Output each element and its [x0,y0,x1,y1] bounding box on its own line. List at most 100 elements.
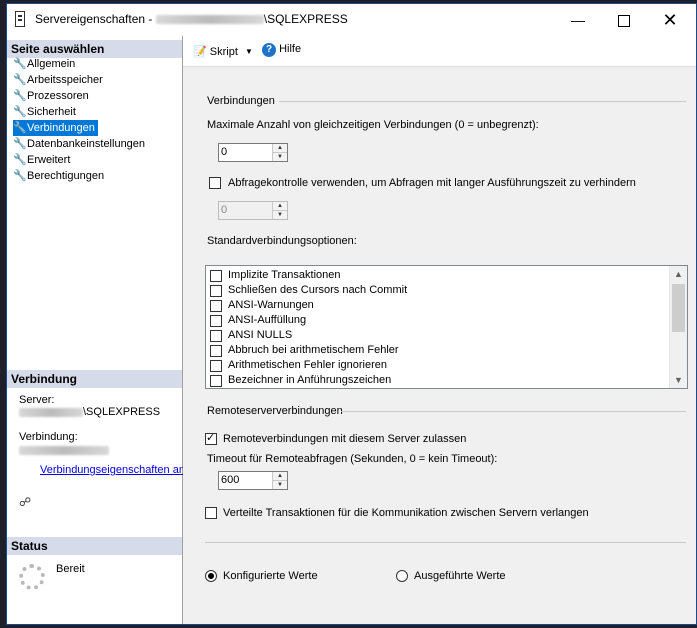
remote-section-title: Remoteserververbindungen [207,405,343,417]
window-title-suffix: \SQLEXPRESS [263,12,348,26]
nav-item-label: Arbeitsspeicher [27,74,103,86]
query-governor-value: 0 [221,204,228,216]
remote-divider [341,411,686,412]
nav-item-label: Sicherheit [27,106,76,118]
option-checkbox[interactable] [210,360,222,372]
redacted-server-name [155,15,264,25]
connection-properties-icon: ☍ [19,495,32,509]
server-properties-window: Servereigenschaften - \SQLEXPRESS — ✕ Se… [6,3,697,625]
script-button[interactable]: 📝 Skript [193,45,238,58]
distributed-tx-checkbox[interactable] [205,507,217,519]
option-checkbox[interactable] [210,285,222,297]
option-label: ANSI-Warnungen [228,299,314,311]
redacted-host [19,407,83,417]
nav-item-sicherheit[interactable]: 🔧Sicherheit [13,104,79,120]
chevron-up-icon[interactable]: ▲ [273,144,287,152]
option-checkbox[interactable] [210,345,222,357]
script-label: Skript [209,46,238,58]
chevron-down-icon: ▼ [245,47,253,56]
nav-item-label: Prozessoren [27,90,89,102]
redacted-user [19,445,109,455]
configured-values-radio[interactable] [205,570,217,582]
chevron-down-icon[interactable]: ▼ [273,480,287,489]
timeout-label: Timeout für Remoteabfragen (Sekunden, 0 … [207,453,498,465]
distributed-tx-label: Verteilte Transaktionen für die Kommunik… [223,507,589,519]
option-checkbox[interactable] [210,300,222,312]
option-label: Implizite Transaktionen [228,269,341,281]
nav-item-label: Berechtigungen [27,170,105,182]
title-bar: Servereigenschaften - \SQLEXPRESS — ✕ [7,4,696,36]
wrench-icon: 🔧 [13,170,27,182]
script-icon: 📝 [193,46,207,58]
running-values-radio[interactable] [396,570,408,582]
timeout-stepper[interactable]: 600 ▲ ▼ [218,471,288,490]
script-dropdown-button[interactable]: ▼ [245,45,253,57]
nav-item-allgemein[interactable]: 🔧Allgemein [13,56,78,72]
wrench-icon: 🔧 [13,90,27,102]
connections-divider [279,101,686,102]
minimize-button[interactable]: — [555,4,601,36]
left-pane: Seite auswählen 🔧Allgemein 🔧Arbeitsspeic… [7,36,217,624]
option-label: ANSI-Auffüllung [228,314,307,326]
option-checkbox[interactable] [210,330,222,342]
wrench-icon: 🔧 [13,106,27,118]
max-connections-value: 0 [221,146,228,158]
maximize-button[interactable] [601,4,647,36]
nav-item-arbeitsspeicher[interactable]: 🔧Arbeitsspeicher [13,72,106,88]
help-label: Hilfe [279,43,302,55]
max-connections-label: Maximale Anzahl von gleichzeitigen Verbi… [207,119,539,131]
options-scrollbar[interactable]: ▲ ▼ [669,266,687,388]
stepper-arrows[interactable]: ▲ ▼ [272,472,287,489]
nav-item-datenbankeinstellungen[interactable]: 🔧Datenbankeinstellungen [13,136,148,152]
nav-item-prozessoren[interactable]: 🔧Prozessoren [13,88,92,104]
help-icon: ? [262,43,276,57]
close-icon: ✕ [662,10,678,30]
nav-item-erweitert[interactable]: 🔧Erweitert [13,152,73,168]
stepper-arrows: ▲ ▼ [272,202,287,219]
toolbar: 📝 Skript ▼ ? Hilfe [183,36,696,67]
nav-item-label: Datenbankeinstellungen [27,138,146,150]
window-title-prefix: Servereigenschaften - [35,12,156,26]
wrench-icon: 🔧 [13,138,27,150]
close-button[interactable]: ✕ [647,4,693,36]
connections-section-title: Verbindungen [207,95,275,107]
configured-values-label: Konfigurierte Werte [223,570,318,582]
default-options-label: Standardverbindungsoptionen: [207,235,357,247]
query-governor-checkbox[interactable] [209,177,221,189]
minimize-icon: — [571,12,585,28]
connection-value [19,444,109,456]
chevron-up-icon[interactable]: ▲ [273,472,287,480]
connection-header: Verbindung [7,370,182,388]
help-button[interactable]: ? Hilfe [262,43,301,57]
option-checkbox[interactable] [210,375,222,387]
default-options-list[interactable]: Implizite Transaktionen Schließen des Cu… [205,265,688,389]
option-checkbox[interactable] [210,270,222,282]
option-label: Bezeichner in Anführungszeichen [228,374,392,386]
stepper-arrows[interactable]: ▲ ▼ [272,144,287,161]
max-connections-stepper[interactable]: 0 ▲ ▼ [218,143,288,162]
values-divider [205,542,686,543]
status-header: Status [7,537,182,555]
query-governor-label: Abfragekontrolle verwenden, um Abfragen … [228,177,636,189]
connection-label: Verbindung: [19,431,78,443]
nav-item-berechtigungen[interactable]: 🔧Berechtigungen [13,168,107,184]
scrollbar-thumb[interactable] [672,284,685,332]
option-checkbox[interactable] [210,315,222,327]
allow-remote-label: Remoteverbindungen mit diesem Server zul… [223,433,467,445]
allow-remote-checkbox[interactable] [205,431,217,445]
chevron-down-icon: ▼ [273,210,287,219]
maximize-icon [618,15,630,28]
scroll-up-icon[interactable]: ▲ [670,266,687,282]
nav-item-verbindungen[interactable]: 🔧Verbindungen [13,120,98,136]
chevron-up-icon: ▲ [277,203,283,209]
wrench-icon: 🔧 [13,74,27,86]
progress-spinner-icon [19,564,45,590]
chevron-down-icon[interactable]: ▼ [273,152,287,161]
running-values-label: Ausgeführte Werte [414,570,506,582]
status-value: Bereit [56,563,85,575]
server-label: Server: [19,394,55,406]
query-governor-stepper: 0 ▲ ▼ [218,201,288,220]
server-value: \SQLEXPRESS [19,406,160,418]
scroll-down-icon[interactable]: ▼ [670,372,687,388]
window-title: Servereigenschaften - \SQLEXPRESS [35,12,348,26]
